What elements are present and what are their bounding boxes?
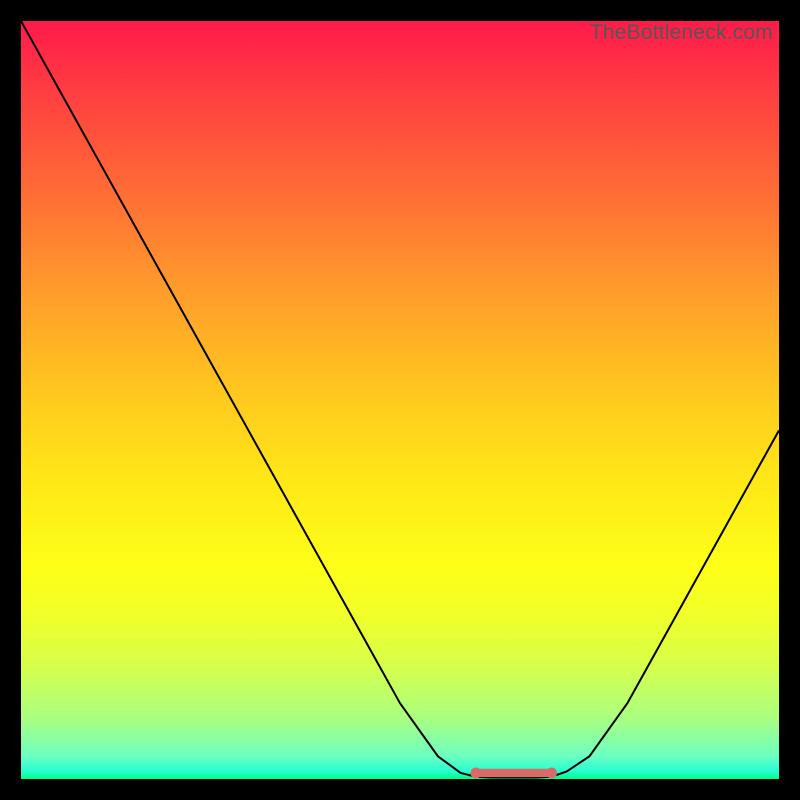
chart-frame: TheBottleneck.com (0, 0, 800, 800)
optimal-zone-endpoint (470, 768, 481, 779)
curve-overlay (21, 21, 779, 779)
plot-area: TheBottleneck.com (21, 21, 779, 779)
optimal-zone-endpoint (546, 768, 557, 779)
bottleneck-curve-path (21, 21, 779, 777)
